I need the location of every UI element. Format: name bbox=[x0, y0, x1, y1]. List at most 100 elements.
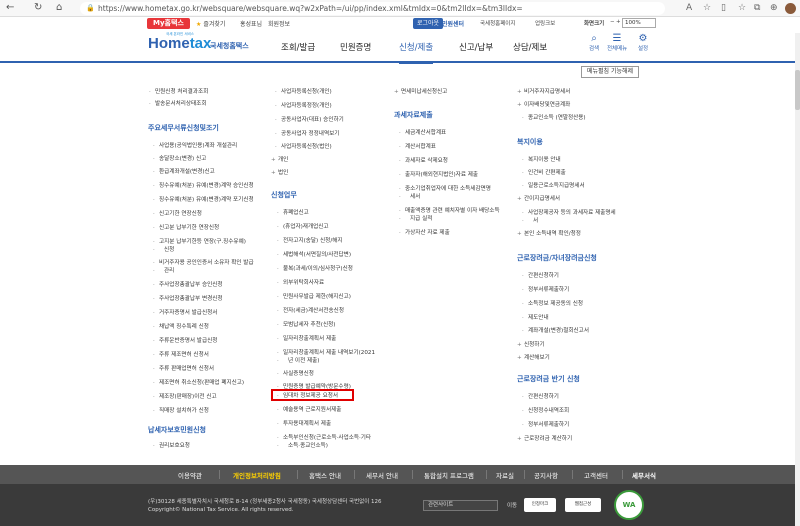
expand-item[interactable]: 면세미납세신청신고 bbox=[394, 89, 447, 96]
tab-icon[interactable]: ⧉ bbox=[754, 3, 760, 13]
certification-badge[interactable]: 인정마크 bbox=[524, 498, 556, 512]
address-bar[interactable]: 🔒 https://www.hometax.go.kr/websquare/we… bbox=[80, 2, 665, 15]
menu-item[interactable]: 과세자료 삭제요청 bbox=[398, 158, 448, 165]
menu-item[interactable]: 주류운반증명서 발급신청 bbox=[152, 338, 217, 345]
menu-item[interactable]: 사업용(공익법인용)계좌 개설관리 bbox=[152, 143, 237, 150]
menu-item[interactable]: 정부서류제출하기 bbox=[521, 287, 569, 294]
hometax-logo[interactable]: 국세 온라인 서비스 Hometax 국세청홈택스 bbox=[148, 32, 249, 52]
nts-homepage-link[interactable]: 국세청홈페이지 bbox=[480, 19, 515, 27]
menu-item[interactable]: 외부위탁회사자료 bbox=[276, 280, 324, 287]
zoom-out-button[interactable]: − bbox=[610, 19, 615, 25]
footer-privacy-link[interactable]: 개인정보처리방침 bbox=[233, 470, 281, 480]
related-sites-select[interactable]: 관련사이트 bbox=[423, 500, 498, 511]
menu-item[interactable]: 모범납세자 추천(신청) bbox=[276, 322, 335, 329]
menu-item[interactable]: 전자(세금)계산서전송신청 bbox=[276, 308, 344, 315]
menu-item[interactable]: 세금계산서합계표 bbox=[398, 130, 446, 137]
footer-library-link[interactable]: 자료실 bbox=[496, 470, 514, 480]
menu-item[interactable]: 환급계좌개설(변경)신고 bbox=[152, 169, 215, 176]
scrollbar-thumb[interactable] bbox=[795, 70, 800, 110]
home-icon[interactable]: ⌂ bbox=[56, 2, 62, 13]
menu-item[interactable]: 사업자등록신청(법인) bbox=[274, 144, 332, 151]
menu-item[interactable]: 주류 제조면허 신청서 bbox=[152, 352, 209, 359]
menu-item[interactable]: 휴폐업신고 bbox=[276, 210, 309, 217]
split-screen-icon[interactable]: ▯ bbox=[721, 3, 726, 13]
menu-item[interactable]: 사실증명신청 bbox=[276, 371, 314, 378]
footer-install-link[interactable]: 통합설치 프로그램 bbox=[424, 470, 474, 480]
menu-item[interactable]: 징수유예(처분) 유예(변경)계약 승인신청 bbox=[152, 183, 254, 190]
menu-item[interactable]: 신청정수내역조회 bbox=[521, 408, 569, 415]
menu-filing-payment[interactable]: 신고/납부 bbox=[459, 41, 493, 53]
expand-item[interactable]: 본인 소득내역 확인/청정 bbox=[517, 231, 581, 238]
logout-button[interactable]: 로그아웃 bbox=[413, 18, 444, 29]
menu-item[interactable]: 민원신청 처리결과조회 bbox=[148, 89, 208, 96]
menu-item[interactable]: 불복(과세/이의/심사청구)신청 bbox=[276, 266, 353, 273]
menu-item[interactable]: 공동사업자(대표) 승인하기 bbox=[274, 117, 344, 124]
menu-item[interactable]: 투자용대계획서 제출 bbox=[276, 421, 331, 428]
expand-item[interactable]: 신청하기 bbox=[517, 342, 545, 349]
menu-item[interactable]: 일자리창출계획서 제출 bbox=[276, 336, 336, 343]
move-button[interactable]: 이동 bbox=[507, 501, 517, 509]
menu-item[interactable]: (휴업자)재개업신고 bbox=[276, 224, 329, 231]
menu-item[interactable]: 일용근로소득지급명세서 bbox=[521, 183, 585, 190]
footer-terms-link[interactable]: 이용약관 bbox=[178, 470, 202, 480]
menu-item[interactable]: 고지분 납부기한등 연장(구.징수유예) bbox=[152, 239, 246, 246]
menu-item[interactable]: 주사업장총괄납부 변경신청 bbox=[152, 296, 223, 303]
member-info-link[interactable]: 회원정보 bbox=[268, 19, 290, 28]
menu-item[interactable]: 발송문서처리상태조회 bbox=[148, 101, 206, 108]
menu-item[interactable]: 제조장(판매장)이전 신고 bbox=[152, 394, 217, 401]
menu-item[interactable]: 출자자(해외현지법인)자료 제출 bbox=[398, 172, 478, 179]
menu-item[interactable]: 가상자산 자료 제출 bbox=[398, 230, 450, 237]
help-center-link[interactable]: 민원센터 bbox=[442, 19, 464, 28]
menu-item[interactable]: 주류 판매업면허 신청서 bbox=[152, 366, 214, 373]
menu-item[interactable]: 민원사무발급 제한(해지신고) bbox=[276, 294, 351, 301]
menu-item[interactable]: 예술용역 근로지원서제출 bbox=[276, 407, 341, 414]
menu-item[interactable]: 비거주자용 공인인증서 소유자 확인 발급 bbox=[152, 260, 254, 267]
expand-item[interactable]: 근로장려금 계산하기 bbox=[517, 436, 572, 443]
menu-item[interactable]: 채납액 징수특례 신청 bbox=[152, 324, 209, 331]
profile-avatar[interactable] bbox=[785, 3, 796, 14]
menu-item[interactable]: 전자고지(송달) 신청/해지 bbox=[276, 238, 343, 245]
expand-item-individual[interactable]: 개인 bbox=[271, 157, 288, 164]
footer-customer-center-link[interactable]: 고객센터 bbox=[584, 470, 608, 480]
menu-item[interactable]: 소득정보 제공동의 신청 bbox=[521, 301, 583, 308]
expand-item[interactable]: 간이지급명세서 bbox=[517, 196, 560, 203]
menu-item[interactable]: 거주자증명서 발급신청서 bbox=[152, 310, 217, 317]
my-hometax-button[interactable]: My홈택스 bbox=[147, 18, 190, 29]
menu-item[interactable]: 세법해석(서면질의/사전답변) bbox=[276, 252, 351, 259]
menu-item[interactable]: 신고분 납부기한 연장신청 bbox=[152, 225, 219, 232]
menu-item[interactable]: 소득부인신청(근로소득·사업소득·기타 bbox=[276, 435, 371, 442]
menu-item-cont[interactable]: 관리 bbox=[152, 268, 174, 275]
menu-item[interactable]: 정부서류제출하기 bbox=[521, 422, 569, 429]
settings-button[interactable]: ⚙ 설정 bbox=[633, 33, 653, 52]
menu-item[interactable]: 사업자등록신청(개인) bbox=[274, 89, 332, 96]
menu-item-cont[interactable]: 소득·종교인소득) bbox=[276, 443, 328, 450]
up-link[interactable]: 업링크보 bbox=[535, 19, 555, 27]
menu-item[interactable]: 간편신청하기 bbox=[521, 273, 559, 280]
search-button[interactable]: ⌕ 검색 bbox=[584, 33, 604, 52]
zoom-in-button[interactable]: + bbox=[616, 19, 621, 25]
menu-item-cont[interactable]: 서 bbox=[521, 218, 538, 225]
back-icon[interactable]: ← bbox=[6, 2, 14, 13]
menu-item[interactable]: 징수유예(처분) 유예(변경)계약 포기신청 bbox=[152, 197, 254, 204]
refresh-icon[interactable]: ↻ bbox=[34, 2, 42, 13]
menu-item[interactable]: 제도안내 bbox=[521, 315, 549, 322]
menu-item[interactable]: 매출액증명 관련 예치자별 이자 배당소득 bbox=[398, 208, 500, 215]
menu-item-cont[interactable]: 신청 bbox=[152, 247, 174, 254]
footer-tax-office-link[interactable]: 세무서 안내 bbox=[366, 470, 398, 480]
menu-application[interactable]: 신청/제출 bbox=[399, 41, 434, 64]
favorites-link[interactable]: ★ 즐겨찾기 bbox=[196, 19, 225, 28]
menu-item[interactable]: 일자리창출계획서 제출 내역보기(2021 bbox=[276, 350, 375, 357]
menu-item[interactable]: 종교인소득 (연말정산용) bbox=[521, 115, 586, 122]
expand-item[interactable]: 비거주자지급명세서 bbox=[517, 89, 570, 96]
expand-item[interactable]: 계산해보기 bbox=[517, 355, 550, 362]
menu-expand-toggle-button[interactable]: 메뉴펼침 기능해제 bbox=[581, 66, 640, 78]
menu-item[interactable]: 계산서합계표 bbox=[398, 144, 436, 151]
menu-item[interactable]: 권리보호요청 bbox=[152, 443, 190, 450]
menu-item[interactable]: 주사업장총괄납부 승인신청 bbox=[152, 282, 223, 289]
menu-item-cont[interactable]: 지급 실적 bbox=[398, 216, 432, 223]
menu-item[interactable]: 사업장제공자 등의 과세자료 제출명세 bbox=[521, 210, 616, 217]
read-aloud-icon[interactable]: A bbox=[686, 3, 692, 13]
menu-item[interactable]: 공동사업자 정정내역보기 bbox=[274, 131, 339, 138]
expand-item-corporate[interactable]: 법인 bbox=[271, 170, 288, 177]
accessibility-badge[interactable]: 웹접근성 bbox=[565, 498, 601, 512]
